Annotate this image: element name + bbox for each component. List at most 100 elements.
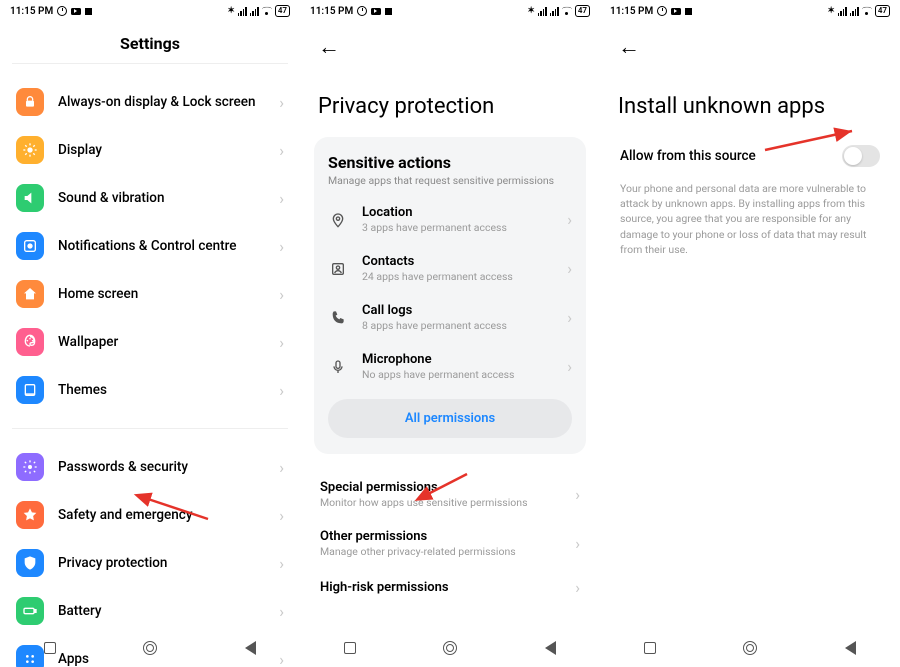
perm-location[interactable]: Location 3 apps have permanent access › bbox=[328, 195, 572, 244]
home-button[interactable] bbox=[443, 641, 457, 655]
row-other-permissions[interactable]: Other permissions Manage other privacy-r… bbox=[300, 519, 600, 568]
row-label: Special permissions bbox=[320, 480, 575, 495]
nav-bar bbox=[300, 629, 600, 667]
perm-sub: No apps have permanent access bbox=[362, 368, 553, 381]
card-title: Sensitive actions bbox=[328, 153, 572, 172]
row-always-on-display[interactable]: Always-on display & Lock screen › bbox=[0, 78, 300, 126]
page-title: Settings bbox=[0, 22, 300, 63]
all-permissions-button[interactable]: All permissions bbox=[328, 399, 572, 438]
chevron-right-icon: › bbox=[575, 578, 580, 597]
chevron-right-icon: › bbox=[567, 308, 572, 327]
row-themes[interactable]: Themes › bbox=[0, 366, 300, 414]
battery-icon: 47 bbox=[575, 5, 590, 17]
row-wallpaper[interactable]: Wallpaper › bbox=[0, 318, 300, 366]
star-icon bbox=[16, 501, 44, 529]
phone-icon bbox=[328, 310, 348, 326]
signal-icon bbox=[850, 7, 859, 16]
lock-icon bbox=[16, 88, 44, 116]
wifi-icon bbox=[862, 7, 872, 15]
wifi-icon bbox=[562, 7, 572, 15]
row-sound[interactable]: Sound & vibration › bbox=[0, 174, 300, 222]
status-bar: 11:15 PM 47 bbox=[600, 0, 900, 22]
settings-pane: 11:15 PM 47 Settings Always-on display &… bbox=[0, 0, 300, 667]
gear-icon bbox=[16, 453, 44, 481]
perm-sub: 8 apps have permanent access bbox=[362, 319, 553, 332]
chevron-right-icon: › bbox=[575, 485, 580, 504]
sun-icon bbox=[16, 136, 44, 164]
recent-apps-button[interactable] bbox=[344, 642, 356, 654]
square-icon bbox=[685, 8, 692, 15]
back-button[interactable] bbox=[545, 641, 556, 655]
chevron-right-icon: › bbox=[567, 259, 572, 278]
home-button[interactable] bbox=[743, 641, 757, 655]
row-label: Themes bbox=[58, 382, 265, 398]
status-time: 11:15 PM bbox=[310, 6, 353, 17]
toggle-label: Allow from this source bbox=[620, 148, 756, 164]
status-bar: 11:15 PM 47 bbox=[0, 0, 300, 22]
row-sub: Manage other privacy-related permissions bbox=[320, 545, 575, 558]
chevron-right-icon: › bbox=[575, 534, 580, 553]
alarm-icon bbox=[57, 6, 67, 16]
chevron-right-icon: › bbox=[279, 285, 284, 304]
youtube-icon bbox=[671, 8, 681, 15]
row-label: Always-on display & Lock screen bbox=[58, 94, 265, 110]
row-label: Wallpaper bbox=[58, 334, 265, 350]
description-text: Your phone and personal data are more vu… bbox=[600, 181, 900, 257]
nav-bar bbox=[0, 629, 300, 667]
battery-icon: 47 bbox=[875, 5, 890, 17]
header: ← bbox=[300, 22, 600, 70]
row-safety-emergency[interactable]: Safety and emergency › bbox=[0, 491, 300, 539]
toggle-switch[interactable] bbox=[842, 145, 880, 167]
bluetooth-icon bbox=[527, 6, 535, 16]
back-button[interactable] bbox=[845, 641, 856, 655]
row-notifications[interactable]: Notifications & Control centre › bbox=[0, 222, 300, 270]
contacts-icon bbox=[328, 261, 348, 277]
row-label: Safety and emergency bbox=[58, 507, 265, 523]
row-passwords-security[interactable]: Passwords & security › bbox=[0, 443, 300, 491]
recent-apps-button[interactable] bbox=[44, 642, 56, 654]
home-icon bbox=[16, 280, 44, 308]
row-label: Home screen bbox=[58, 286, 265, 302]
chevron-right-icon: › bbox=[279, 93, 284, 112]
row-label: Display bbox=[58, 142, 265, 158]
row-special-permissions[interactable]: Special permissions Monitor how apps use… bbox=[300, 470, 600, 519]
row-label: Privacy protection bbox=[58, 555, 265, 571]
youtube-icon bbox=[371, 8, 381, 15]
signal-icon bbox=[838, 7, 847, 16]
row-display[interactable]: Display › bbox=[0, 126, 300, 174]
row-high-risk-permissions[interactable]: High-risk permissions › bbox=[300, 568, 600, 607]
home-button[interactable] bbox=[143, 641, 157, 655]
row-sub: Monitor how apps use sensitive permissio… bbox=[320, 496, 575, 509]
back-arrow-icon[interactable]: ← bbox=[318, 34, 340, 60]
status-bar: 11:15 PM 47 bbox=[300, 0, 600, 22]
back-arrow-icon[interactable]: ← bbox=[618, 34, 640, 60]
row-label: Other permissions bbox=[320, 529, 575, 544]
location-icon bbox=[328, 212, 348, 228]
row-label: Battery bbox=[58, 603, 265, 619]
chevron-right-icon: › bbox=[279, 602, 284, 621]
bluetooth-icon bbox=[227, 6, 235, 16]
row-privacy-protection[interactable]: Privacy protection › bbox=[0, 539, 300, 587]
row-home-screen[interactable]: Home screen › bbox=[0, 270, 300, 318]
perm-microphone[interactable]: Microphone No apps have permanent access… bbox=[328, 342, 572, 391]
youtube-icon bbox=[71, 8, 81, 15]
chevron-right-icon: › bbox=[567, 357, 572, 376]
chevron-right-icon: › bbox=[279, 506, 284, 525]
alarm-icon bbox=[657, 6, 667, 16]
control-centre-icon bbox=[16, 232, 44, 260]
speaker-icon bbox=[16, 184, 44, 212]
signal-icon bbox=[238, 7, 247, 16]
recent-apps-button[interactable] bbox=[644, 642, 656, 654]
back-button[interactable] bbox=[245, 641, 256, 655]
chevron-right-icon: › bbox=[279, 237, 284, 256]
battery-icon bbox=[16, 597, 44, 625]
page-title: Install unknown apps bbox=[600, 70, 900, 137]
perm-contacts[interactable]: Contacts 24 apps have permanent access › bbox=[328, 244, 572, 293]
perm-call-logs[interactable]: Call logs 8 apps have permanent access › bbox=[328, 293, 572, 342]
settings-list: Always-on display & Lock screen › Displa… bbox=[0, 64, 300, 667]
allow-from-source-row[interactable]: Allow from this source bbox=[600, 137, 900, 181]
signal-icon bbox=[250, 7, 259, 16]
row-battery[interactable]: Battery › bbox=[0, 587, 300, 635]
nav-bar bbox=[600, 629, 900, 667]
privacy-protection-pane: 11:15 PM 47 ← Privacy protection Sensiti… bbox=[300, 0, 600, 667]
